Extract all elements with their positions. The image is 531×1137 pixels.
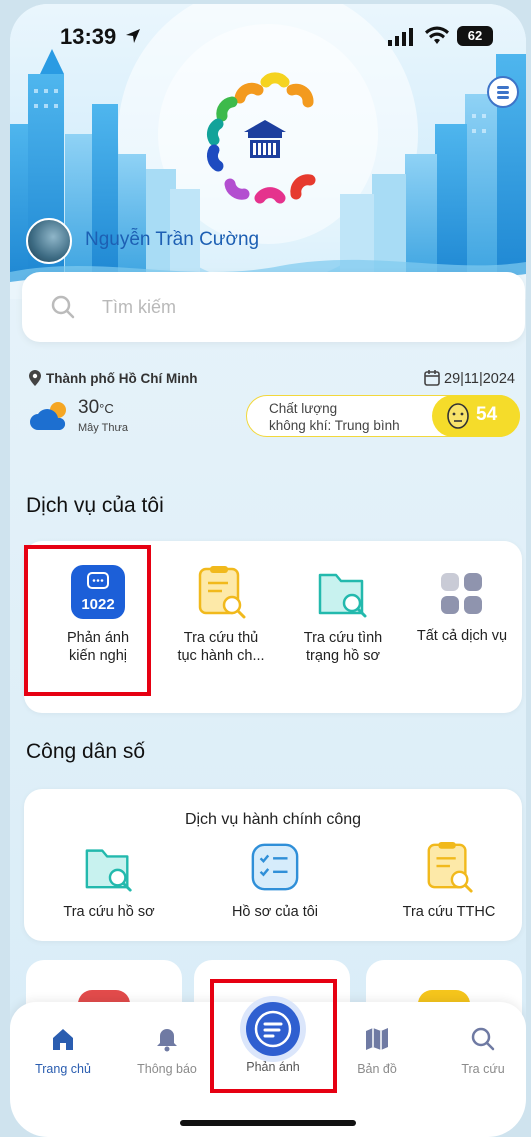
battery-indicator: 62 [457,26,493,46]
folder-search-icon [85,849,132,892]
aqi-label-line2: không khí: Trung bình [269,418,400,433]
nav-map-label: Bản đồ [357,1062,397,1076]
aqi-value: 54 [476,404,498,425]
bell-icon [157,1029,177,1052]
citizen-item-my-records[interactable]: Hồ sơ của tôi [210,841,340,921]
aqi-label-line1: Chất lượng [269,401,338,416]
status-time: 13:39 [60,24,117,49]
nav-home-label: Trang chủ [35,1062,91,1076]
citizen-title: Công dân số [26,740,146,763]
temperature-value: 30 [78,397,100,418]
date-text: 29|11|2024 [444,371,515,387]
service-label-line1: Tất cả dịch vụ [416,628,508,644]
citizen-item-label: Tra cứu hồ sơ [63,904,155,920]
citizen-item-label: Tra cứu TTHC [402,904,496,920]
face-icon [447,403,469,429]
service-procedure-lookup[interactable]: Tra cứu thủ tục hành ch... [162,565,280,665]
folder-search-icon [318,573,367,618]
search-icon [51,295,75,319]
avatar[interactable] [26,218,72,264]
aqi-badge: 54 [432,395,520,437]
cloud-sun-icon [30,402,66,430]
public-services-card: Dịch vụ hành chính công Tra cứu hồ sơ Hồ… [24,789,522,941]
bottom-nav: Trang chủ Thông báo Phản ánh Bản đồ Tra … [10,979,526,1137]
nav-notifications[interactable]: Thông báo [122,1024,212,1076]
citizen-item-label: Hồ sơ của tôi [231,904,319,920]
wifi-icon [425,26,449,44]
document-search-icon [427,841,473,893]
date-label: 29|11|2024 [424,370,515,387]
phone-screen: 13:39 62 Nguyễn Trần Cường Tìm kiếm Thàn… [10,4,526,1137]
search-icon [471,1027,495,1051]
search-input[interactable] [102,294,482,320]
nav-search-label: Tra cứu [461,1062,505,1076]
service-label-line2: trạng hồ sơ [306,648,380,664]
air-quality-card[interactable]: Chất lượng không khí: Trung bình 54 [246,395,520,437]
nav-map[interactable]: Bản đồ [332,1024,422,1076]
location-text: Thành phố Hồ Chí Minh [46,371,198,386]
nav-search[interactable]: Tra cứu [438,1024,526,1076]
status-bar: 13:39 62 [10,4,526,64]
highlight-box-nav [210,979,337,1093]
calendar-icon [424,370,440,386]
cellular-signal-icon [388,28,413,46]
checklist-icon [251,843,299,891]
menu-button[interactable] [487,76,519,108]
my-services-title: Dịch vụ của tôi [26,494,164,517]
service-status-lookup[interactable]: Tra cứu tình trạng hồ sơ [282,565,404,665]
nav-home[interactable]: Trang chủ [18,1024,108,1076]
citizen-item-tthc[interactable]: Tra cứu TTHC [384,841,514,921]
aqi-label: Chất lượng không khí: Trung bình [269,400,400,434]
search-bar[interactable] [22,272,525,342]
home-indicator [180,1120,356,1126]
service-label-line2: tục hành ch... [177,648,265,664]
temperature: 30°C [78,397,114,419]
header-banner: 13:39 62 Nguyễn Trần Cường [10,4,526,299]
list-icon [497,86,509,99]
city-logo-icon [206,72,316,204]
service-label-line1: Tra cứu tình [303,630,383,646]
citizen-item-records[interactable]: Tra cứu hồ sơ [44,841,174,921]
service-all[interactable]: Tất cả dịch vụ [402,571,522,645]
highlight-box-service [24,545,151,696]
document-search-icon [198,566,246,619]
home-icon [53,1029,73,1050]
map-pin-icon [29,370,41,386]
grid-icon [441,573,482,614]
map-icon [366,1028,388,1050]
nav-notifications-label: Thông báo [137,1062,197,1076]
location-label[interactable]: Thành phố Hồ Chí Minh [28,370,197,386]
temperature-unit: °C [99,401,114,416]
public-services-title: Dịch vụ hành chính công [184,811,362,828]
user-name[interactable]: Nguyễn Trần Cường [85,229,259,251]
location-arrow-icon [126,29,140,43]
service-label-line1: Tra cứu thủ [183,630,259,646]
weather-description: Mây Thưa [78,422,128,434]
